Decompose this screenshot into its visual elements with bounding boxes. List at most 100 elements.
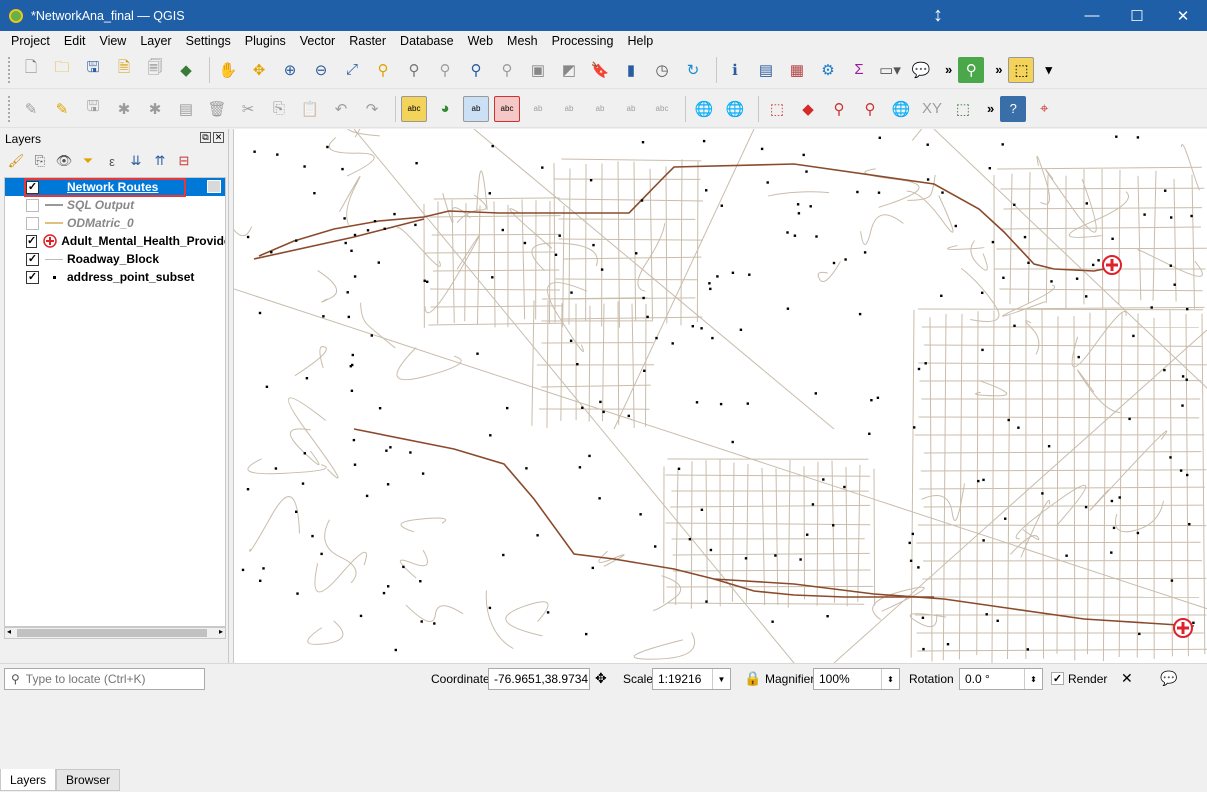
layout-manager-icon[interactable]: 🗐 [142, 57, 168, 83]
open-project-icon[interactable]: 🗀 [49, 57, 75, 83]
change-label-icon[interactable]: ab [618, 96, 644, 122]
copy-features-icon[interactable]: ⎘ [266, 96, 292, 122]
field-calculator-icon[interactable]: ▦ [784, 57, 810, 83]
zoom-to-selection-icon[interactable]: ⚲ [370, 57, 396, 83]
statistics-icon[interactable]: Σ [846, 57, 872, 83]
delete-selected-icon[interactable]: 🗑 [204, 96, 230, 122]
identify-icon[interactable]: ℹ [722, 57, 748, 83]
zoom-native-icon[interactable]: ⚲ [432, 57, 458, 83]
menu-edit[interactable]: Edit [57, 34, 93, 48]
layer-checkbox[interactable]: ✓ [26, 181, 39, 194]
toolbar-overflow-icon[interactable]: » [987, 101, 994, 116]
select-features-icon[interactable]: ⬚ [1008, 57, 1034, 83]
new-layer-icon[interactable]: ⬚ [764, 96, 790, 122]
menu-vector[interactable]: Vector [293, 34, 342, 48]
modify-attributes-icon[interactable]: ▤ [173, 96, 199, 122]
layer-row-network-routes[interactable]: ✓ Network Routes [5, 178, 225, 196]
zoom-in-icon[interactable]: ⊕ [277, 57, 303, 83]
tab-layers[interactable]: Layers [0, 769, 56, 791]
zoom-to-layer-icon[interactable]: ⚲ [401, 57, 427, 83]
toolbox-icon[interactable]: ⚙ [815, 57, 841, 83]
menu-raster[interactable]: Raster [342, 34, 393, 48]
messages-icon[interactable]: 💬 [1160, 670, 1177, 687]
manage-visibility-icon[interactable]: 👁 [54, 151, 74, 171]
add-wms-icon[interactable]: 🌐 [691, 96, 717, 122]
locator-input[interactable] [26, 672, 186, 686]
float-panel-button[interactable]: ⧉ [200, 132, 211, 143]
paste-features-icon[interactable]: 📋 [297, 96, 323, 122]
layer-checkbox[interactable] [26, 217, 39, 230]
toolbar-overflow-icon[interactable]: » [995, 62, 1002, 77]
select-dropdown-icon[interactable]: ▾ [1045, 62, 1052, 78]
annotation-icon[interactable]: 💬 [908, 57, 934, 83]
pan-icon[interactable]: ✋ [215, 57, 241, 83]
menu-database[interactable]: Database [393, 34, 461, 48]
menu-view[interactable]: View [92, 34, 133, 48]
spin-arrows-icon[interactable]: ⬍ [881, 669, 899, 689]
collapse-all-icon[interactable]: ⇈ [150, 151, 170, 171]
save-project-icon[interactable]: 🖫 [80, 57, 106, 83]
menu-help[interactable]: Help [620, 34, 660, 48]
menu-processing[interactable]: Processing [545, 34, 621, 48]
filter-legend-icon[interactable]: ⏷ [78, 151, 98, 171]
label-change-icon[interactable]: abc [494, 96, 520, 122]
show-bookmarks-icon[interactable]: ▮ [618, 57, 644, 83]
select-location-icon[interactable]: ⚲ [857, 96, 883, 122]
crs-icon[interactable]: ✕ [1121, 670, 1133, 687]
toggle-extents-icon[interactable]: ✥ [595, 670, 607, 687]
map-canvas[interactable] [233, 129, 1207, 663]
zoom-last-icon[interactable]: ⚲ [463, 57, 489, 83]
toolbar-handle[interactable] [8, 57, 12, 83]
network-icon[interactable]: 🌐 [888, 96, 914, 122]
scrollbar-thumb[interactable] [17, 629, 207, 637]
menu-project[interactable]: Project [4, 34, 57, 48]
georeferencer-icon[interactable]: ◆ [795, 96, 821, 122]
add-label-icon[interactable]: abc [649, 96, 675, 122]
toolbar-handle[interactable] [8, 96, 12, 122]
render-checkbox[interactable]: ✓ [1051, 672, 1064, 685]
maximize-button[interactable]: ☐ [1114, 0, 1160, 31]
spin-arrows-icon[interactable]: ⬍ [1024, 669, 1042, 689]
current-edits-icon[interactable]: ✎ [18, 96, 44, 122]
layer-checkbox[interactable]: ✓ [26, 271, 39, 284]
health-provider-marker[interactable] [1174, 619, 1192, 637]
menu-settings[interactable]: Settings [179, 34, 238, 48]
style-manager-icon[interactable]: ◆ [173, 57, 199, 83]
layer-row-address-point[interactable]: ✓ address_point_subset [5, 268, 225, 286]
zoom-out-icon[interactable]: ⊖ [308, 57, 334, 83]
new-map-view-icon[interactable]: ▣ [525, 57, 551, 83]
scroll-right-icon[interactable]: ▸ [219, 627, 223, 636]
attribute-table-icon[interactable]: ▤ [753, 57, 779, 83]
tab-browser[interactable]: Browser [56, 769, 120, 791]
layer-checkbox[interactable] [26, 199, 39, 212]
expand-all-icon[interactable]: ⇊ [126, 151, 146, 171]
diagram-tool-icon[interactable]: ◕ [432, 96, 458, 122]
refresh-icon[interactable]: ↻ [680, 57, 706, 83]
help-icon[interactable]: ? [1000, 96, 1026, 122]
close-button[interactable]: ✕ [1160, 0, 1206, 31]
save-edits-icon[interactable]: 🖫 [80, 96, 106, 122]
layer-tree-scrollbar[interactable]: ◂ ▸ [4, 627, 226, 639]
vertex-tool-icon[interactable]: ✱ [142, 96, 168, 122]
filter-expression-icon[interactable]: ε [102, 151, 122, 171]
show-hide-labels-icon[interactable]: ab [525, 96, 551, 122]
zoom-full-icon[interactable]: ⤢ [339, 57, 365, 83]
xy-tool-icon[interactable]: XY [919, 96, 945, 122]
memory-layer-icon[interactable] [207, 180, 221, 193]
style-panel-icon[interactable]: 🖌 [6, 151, 26, 171]
new-print-layout-icon[interactable]: 🗎 [111, 57, 137, 83]
map-rendering[interactable] [234, 129, 1207, 663]
measure-icon[interactable]: ▭▾ [877, 57, 903, 83]
digitize-icon[interactable]: ✱ [111, 96, 137, 122]
scroll-left-icon[interactable]: ◂ [7, 627, 11, 636]
add-group-icon[interactable]: ⎘ [30, 151, 50, 171]
crosshair-icon[interactable]: ⌖ [1031, 96, 1057, 122]
add-wfs-icon[interactable]: 🌐 [722, 96, 748, 122]
label-tool-icon[interactable]: abc [401, 96, 427, 122]
shape-tool-icon[interactable]: ⬚ [950, 96, 976, 122]
move-label-icon[interactable]: ab [556, 96, 582, 122]
layer-checkbox[interactable]: ✓ [26, 253, 39, 266]
new-project-icon[interactable]: 🗋 [18, 57, 44, 83]
magnifier-spinbox[interactable]: 100%⬍ [813, 668, 900, 690]
menu-web[interactable]: Web [461, 34, 500, 48]
